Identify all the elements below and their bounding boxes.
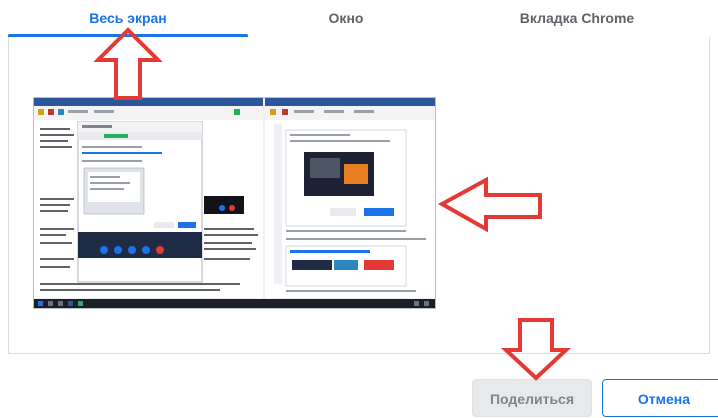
tab-chrome-tab[interactable]: Вкладка Chrome — [444, 0, 710, 36]
cancel-button[interactable]: Отмена — [602, 379, 718, 417]
tab-window[interactable]: Окно — [248, 0, 444, 36]
share-button[interactable]: Поделиться — [472, 379, 592, 417]
screen-preview-thumbnail[interactable] — [33, 97, 436, 309]
screen-preview-image — [34, 98, 435, 298]
tab-entire-screen[interactable]: Весь экран — [8, 0, 248, 36]
source-tabs: Весь экран Окно Вкладка Chrome — [0, 0, 718, 38]
taskbar — [34, 299, 435, 308]
